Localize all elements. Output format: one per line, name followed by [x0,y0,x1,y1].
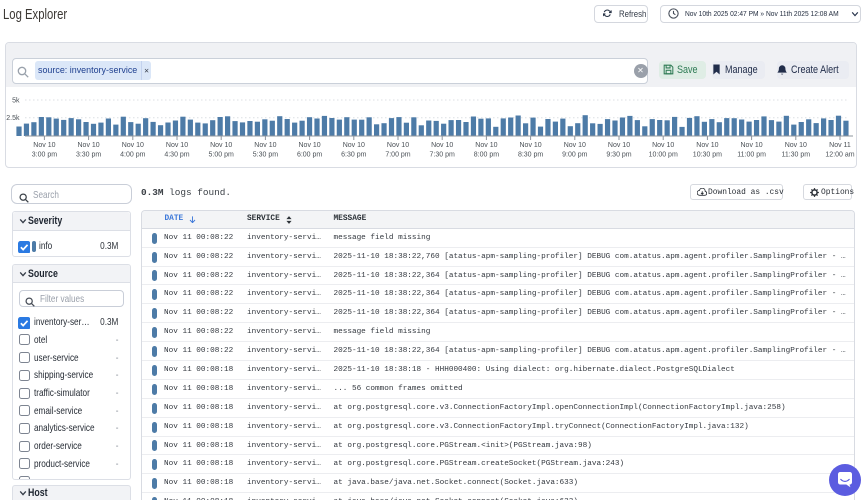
svg-text:Nov 10: Nov 10 [608,142,630,149]
svg-text:4:30 pm: 4:30 pm [164,152,189,159]
svg-text:Nov 10: Nov 10 [33,142,55,149]
svg-text:Nov 10: Nov 10 [254,142,276,149]
svg-text:9:00 pm: 9:00 pm [562,152,587,159]
svg-text:3:30 pm: 3:30 pm [76,152,101,159]
svg-text:Nov 10: Nov 10 [741,142,763,149]
svg-text:Nov 10: Nov 10 [387,142,409,149]
svg-text:Nov 10: Nov 10 [520,142,542,149]
svg-text:5k: 5k [12,98,20,105]
svg-text:Nov 10: Nov 10 [343,142,365,149]
svg-text:3:00 pm: 3:00 pm [32,152,57,159]
svg-text:Nov 10: Nov 10 [122,142,144,149]
svg-text:5:00 pm: 5:00 pm [209,152,234,159]
svg-text:Nov 10: Nov 10 [210,142,232,149]
svg-text:7:30 pm: 7:30 pm [430,152,455,159]
svg-text:12:00 am: 12:00 am [825,152,854,159]
svg-text:7:00 pm: 7:00 pm [385,152,410,159]
svg-text:6:00 pm: 6:00 pm [297,152,322,159]
svg-text:Nov 10: Nov 10 [166,142,188,149]
svg-text:Nov 10: Nov 10 [299,142,321,149]
svg-text:5:30 pm: 5:30 pm [253,152,278,159]
svg-text:10:00 pm: 10:00 pm [649,152,678,159]
svg-text:Nov 10: Nov 10 [78,142,100,149]
svg-text:8:30 pm: 8:30 pm [518,152,543,159]
svg-text:4:00 pm: 4:00 pm [120,152,145,159]
svg-text:Nov 10: Nov 10 [785,142,807,149]
svg-text:8:00 pm: 8:00 pm [474,152,499,159]
svg-text:9:30 pm: 9:30 pm [606,152,631,159]
svg-text:Nov 10: Nov 10 [564,142,586,149]
svg-text:6:30 pm: 6:30 pm [341,152,366,159]
svg-text:11:30 pm: 11:30 pm [781,152,810,159]
svg-text:Nov 10: Nov 10 [475,142,497,149]
svg-text:10:30 pm: 10:30 pm [693,152,722,159]
svg-text:2.5k: 2.5k [6,115,20,122]
svg-text:11:00 pm: 11:00 pm [737,152,766,159]
svg-text:Nov 10: Nov 10 [431,142,453,149]
svg-text:Nov 11: Nov 11 [829,142,851,149]
svg-text:Nov 10: Nov 10 [696,142,718,149]
svg-text:Nov 10: Nov 10 [652,142,674,149]
